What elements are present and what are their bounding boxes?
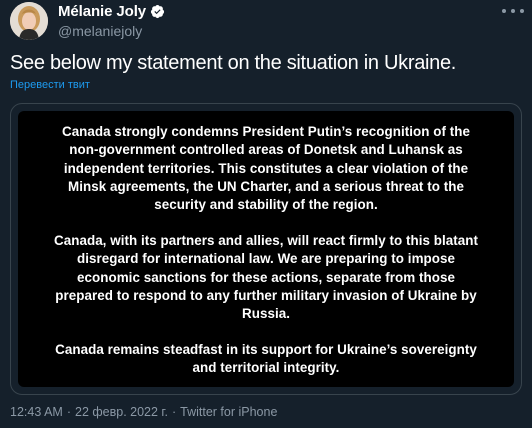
more-options-icon[interactable] — [502, 4, 524, 18]
avatar-photo — [10, 2, 48, 40]
statement-paragraph: Canada strongly condemns President Putin… — [61, 124, 471, 213]
translate-tweet-link[interactable]: Перевести твит — [10, 79, 90, 91]
more-dot — [520, 9, 524, 13]
more-dot — [502, 9, 506, 13]
statement-paragraph: Canada, with its partners and allies, wi… — [54, 233, 478, 322]
tweet-text: See below my statement on the situation … — [10, 52, 457, 74]
tweet-source[interactable]: Twitter for iPhone — [180, 405, 277, 419]
meta-separator: · — [66, 405, 71, 419]
statement-paragraph: Canada remains steadfast in its support … — [55, 342, 477, 376]
media-card[interactable]: Canada strongly condemns President Putin… — [10, 103, 522, 395]
tweet: Mélanie Joly @melaniejoly See below my s… — [0, 0, 532, 428]
tweet-date[interactable]: 22 февр. 2022 г. — [75, 405, 168, 419]
tweet-metadata: 12:43 AM · 22 февр. 2022 г. · Twitter fo… — [10, 405, 277, 419]
avatar[interactable] — [10, 2, 48, 40]
author-display-name[interactable]: Mélanie Joly — [58, 3, 146, 20]
author-name-row: Mélanie Joly — [58, 3, 165, 20]
statement-image: Canada strongly condemns President Putin… — [18, 111, 514, 387]
author-handle[interactable]: @melaniejoly — [58, 23, 142, 39]
more-dot — [511, 9, 515, 13]
meta-separator: · — [171, 405, 177, 419]
tweet-time[interactable]: 12:43 AM — [10, 405, 63, 419]
verified-badge-icon — [150, 4, 165, 19]
